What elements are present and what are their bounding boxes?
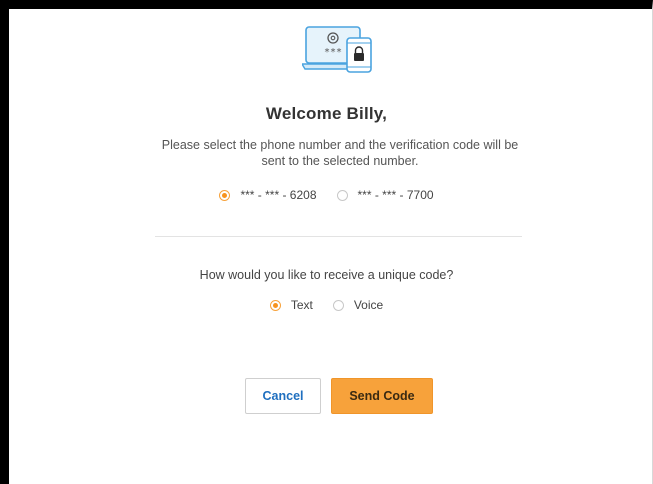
delivery-method-options: Text Voice <box>0 298 653 312</box>
method-option-voice[interactable]: Voice <box>332 298 384 312</box>
radio-button-selected[interactable] <box>269 299 281 311</box>
send-code-button[interactable]: Send Code <box>331 378 433 414</box>
instruction-text: Please select the phone number and the v… <box>161 138 519 168</box>
phone-option-6208[interactable]: *** - *** - 6208 <box>219 188 317 202</box>
phone-number-options: *** - *** - 6208 *** - *** - 7700 <box>0 188 653 202</box>
welcome-title: Welcome Billy, <box>265 104 388 123</box>
phone-option-label: *** - *** - 7700 <box>357 188 434 202</box>
svg-text:***: *** <box>324 47 342 58</box>
delivery-method-question: How would you like to receive a unique c… <box>199 268 454 282</box>
phone-option-label: *** - *** - 6208 <box>240 188 317 202</box>
divider <box>155 236 522 237</box>
phone-option-7700[interactable]: *** - *** - 7700 <box>336 188 434 202</box>
cancel-button[interactable]: Cancel <box>245 378 321 414</box>
method-option-label: Voice <box>353 298 384 312</box>
laptop-phone-lock-icon: *** <box>300 24 376 76</box>
method-option-label: Text <box>290 298 313 312</box>
method-option-text[interactable]: Text <box>269 298 313 312</box>
radio-button[interactable] <box>332 299 344 311</box>
radio-button-selected[interactable] <box>219 189 231 201</box>
radio-button[interactable] <box>336 189 348 201</box>
